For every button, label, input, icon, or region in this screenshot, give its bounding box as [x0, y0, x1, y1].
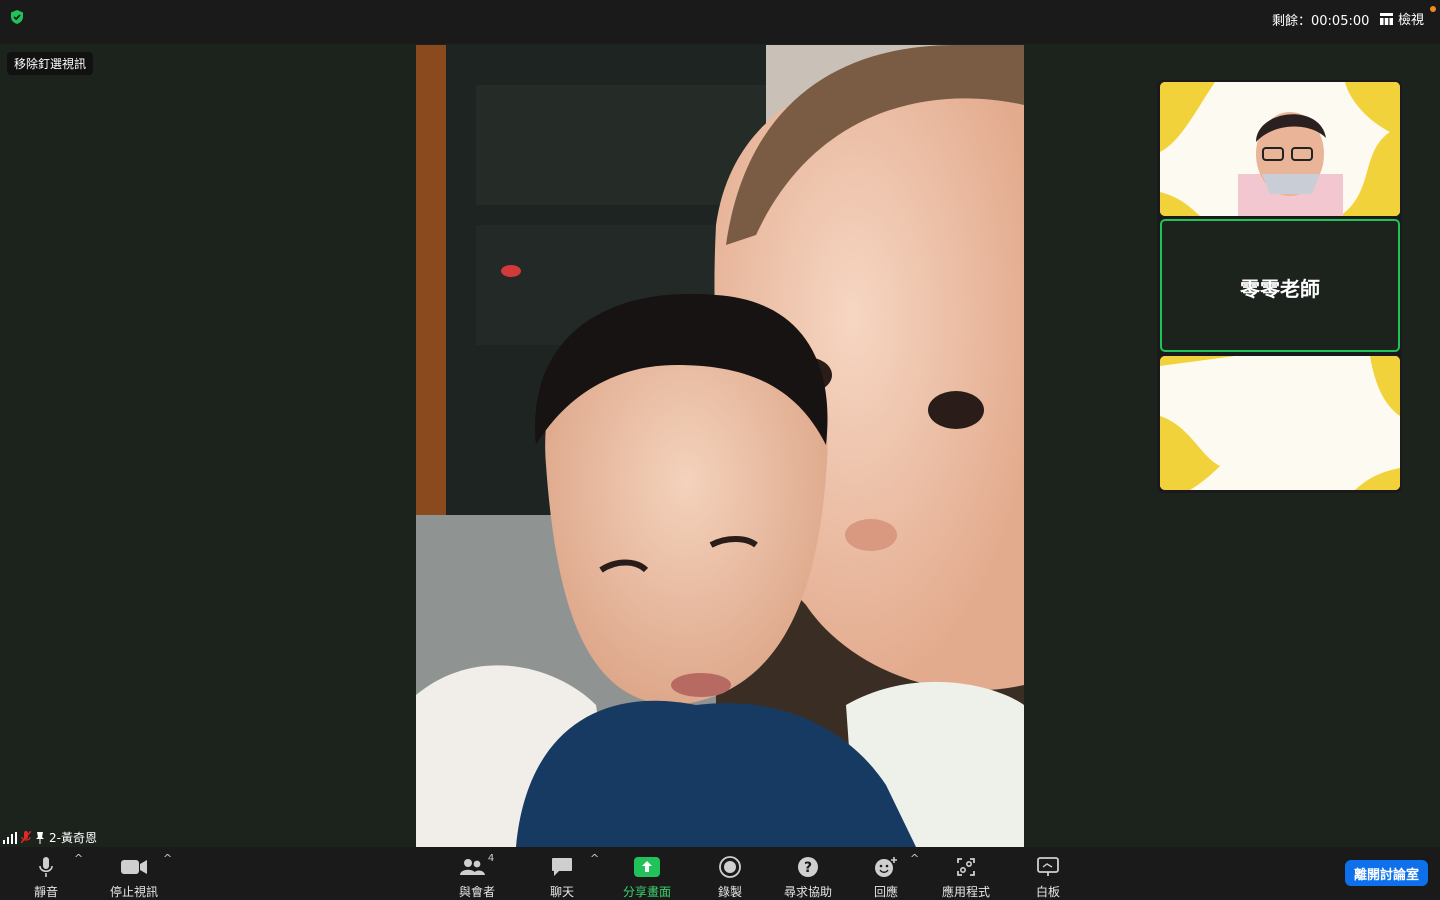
shield-icon[interactable] — [9, 9, 25, 25]
reactions-options-caret-icon[interactable]: ^ — [910, 852, 919, 865]
video-camera-icon — [121, 853, 147, 881]
ask-for-help-label: 尋求協助 — [783, 885, 832, 899]
reactions-button[interactable]: 回應 — [870, 847, 902, 900]
notification-dot — [1430, 6, 1436, 12]
record-label: 錄製 — [717, 885, 742, 899]
pin-icon — [36, 831, 44, 844]
unpin-video-button[interactable]: 移除釘選視訊 — [7, 52, 94, 75]
chat-button[interactable]: 聊天 — [547, 847, 577, 900]
apps-button[interactable]: 應用程式 — [940, 847, 992, 900]
stop-video-button[interactable]: 停止視訊 — [108, 847, 160, 900]
reactions-icon — [874, 853, 898, 881]
mute-label: 靜音 — [33, 885, 58, 899]
participant-name-teacher: 零零老師 — [1240, 277, 1320, 301]
signal-icon — [3, 831, 17, 844]
share-screen-label: 分享畫面 — [622, 885, 671, 899]
whiteboard-icon — [1037, 853, 1059, 881]
share-screen-icon — [634, 853, 660, 881]
participants-count: 4 — [487, 853, 495, 864]
grid-view-icon — [1380, 12, 1393, 25]
mic-muted-icon — [21, 831, 31, 844]
participants-icon: 4 — [459, 853, 495, 881]
mic-icon — [37, 853, 55, 881]
record-button[interactable]: 錄製 — [714, 847, 746, 900]
thumbnail-video-1[interactable] — [1160, 82, 1400, 216]
view-label: 檢視 — [1398, 13, 1425, 28]
ask-for-help-button[interactable]: ? 尋求協助 — [780, 847, 836, 900]
remaining-time: 剩餘：00:05:00 — [1272, 14, 1370, 29]
svg-text:?: ? — [804, 860, 812, 876]
whiteboard-label: 白板 — [1035, 885, 1060, 899]
meeting-toolbar: 靜音 停止視訊 4 與會者 聊天 分享畫面 錄製 ? 尋求協助 回應 應用程式 … — [0, 847, 1440, 900]
chat-options-caret-icon[interactable]: ^ — [590, 852, 599, 865]
participants-button[interactable]: 4 與會者 — [456, 847, 498, 900]
video-options-caret-icon[interactable]: ^ — [163, 852, 172, 865]
apps-label: 應用程式 — [941, 885, 990, 899]
mute-button[interactable]: 靜音 — [28, 847, 64, 900]
thumbnail-1-image — [1160, 82, 1400, 216]
share-screen-button[interactable]: 分享畫面 — [621, 847, 673, 900]
participant-name-main: 2-黃奇恩 — [49, 831, 97, 845]
audio-options-caret-icon[interactable]: ^ — [74, 852, 83, 865]
whiteboard-button[interactable]: 白板 — [1032, 847, 1064, 900]
record-icon — [719, 853, 741, 881]
active-participant-label: 2-黃奇恩 — [3, 829, 97, 846]
apps-icon — [956, 853, 976, 881]
participants-label: 與會者 — [458, 885, 495, 899]
meeting-top-bar: 剩餘：00:05:00 檢視 — [0, 0, 1440, 44]
view-button[interactable]: 檢視 — [1380, 9, 1424, 28]
reactions-label: 回應 — [873, 885, 898, 899]
help-icon: ? — [797, 853, 819, 881]
chat-icon — [551, 853, 573, 881]
main-video-image — [416, 45, 1024, 847]
thumbnail-3-image — [1160, 356, 1400, 490]
thumbnail-video-3[interactable] — [1160, 356, 1400, 490]
main-video — [416, 45, 1024, 847]
leave-breakout-room-button[interactable]: 離開討論室 — [1345, 860, 1428, 886]
stop-video-label: 停止視訊 — [109, 885, 158, 899]
thumbnail-video-2[interactable]: 零零老師 — [1160, 219, 1400, 352]
thumbnail-strip: 零零老師 — [1157, 80, 1402, 493]
chat-label: 聊天 — [549, 885, 574, 899]
